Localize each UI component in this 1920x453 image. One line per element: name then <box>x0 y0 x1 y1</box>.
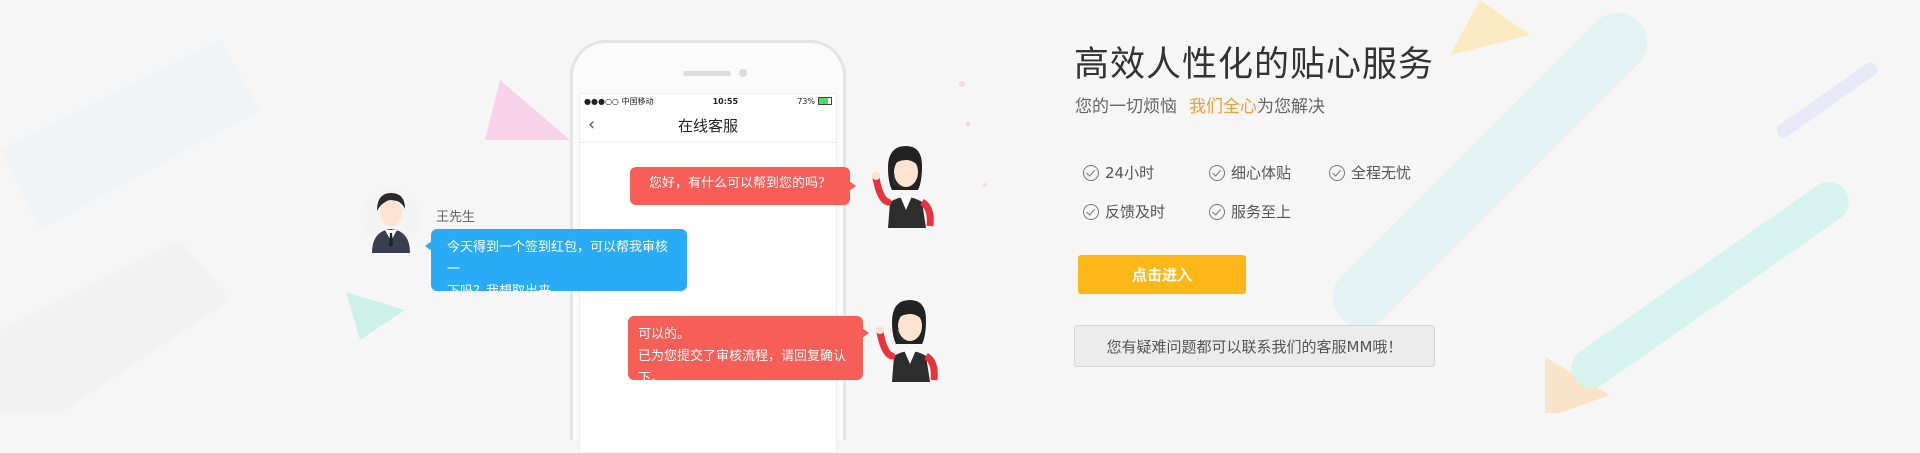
feature-label: 服务至上 <box>1231 203 1292 221</box>
feature-label: 反馈及时 <box>1105 203 1166 221</box>
check-circle-icon <box>1209 164 1225 181</box>
phone-camera <box>739 69 747 77</box>
agent-avatar <box>874 292 944 382</box>
background-decoration <box>0 0 1920 413</box>
agent-greeting-text: 您好，有什么可以帮到您的吗？ <box>648 176 831 191</box>
battery-status: 73% <box>797 97 832 106</box>
agent-reply-line: 已为您提交了审核流程，请回复确认下。 <box>638 349 847 386</box>
feature-item: 全程无忧 <box>1329 162 1411 183</box>
agent-reply-line: 可以的。 <box>638 327 691 342</box>
user-message-line: 今天得到一个签到红包，可以帮我审核一 <box>447 240 669 277</box>
agent-reply-bubble: 可以的。 已为您提交了审核流程，请回复确认下。 <box>628 316 869 386</box>
subtitle-highlight: 我们全心 <box>1189 97 1257 117</box>
contact-service-button[interactable]: 您有疑难问题都可以联系我们的客服MM哦！ <box>1074 325 1435 367</box>
user-name: 王先生 <box>436 210 476 225</box>
check-circle-icon <box>1083 164 1099 181</box>
subtitle-suffix: 为您解决 <box>1257 97 1325 117</box>
feature-label: 24小时 <box>1105 164 1155 182</box>
battery-percent: 73% <box>797 96 815 106</box>
chat-navbar: ‹ 在线客服 <box>580 108 836 143</box>
feature-item: 24小时 <box>1083 162 1154 183</box>
feature-item: 服务至上 <box>1209 201 1291 222</box>
carrier-signal: ●●●○○ 中国移动 <box>584 96 654 106</box>
chat-title: 在线客服 <box>677 116 738 135</box>
background-shapes <box>0 0 1878 413</box>
agent-greeting-bubble: 您好，有什么可以帮到您的吗？ <box>630 167 856 205</box>
user-message-bubble: 今天得到一个签到红包，可以帮我审核一 下吗？我想取出来。 <box>425 229 687 299</box>
battery-icon <box>817 97 832 105</box>
subtitle-prefix: 您的一切烦恼 <box>1075 97 1177 117</box>
feature-item: 细心体贴 <box>1209 162 1291 183</box>
enter-button[interactable]: 点击进入 <box>1078 255 1246 294</box>
status-bar: ●●●○○ 中国移动 10:55 73% <box>580 94 836 108</box>
user-avatar <box>360 183 422 253</box>
check-circle-icon <box>1329 164 1345 181</box>
user-message-line: 下吗？我想取出来。 <box>447 284 565 299</box>
feature-item: 反馈及时 <box>1083 201 1165 222</box>
phone-speaker <box>683 71 731 76</box>
status-time: 10:55 <box>712 96 739 106</box>
feature-label: 全程无忧 <box>1351 164 1412 182</box>
chevron-left-icon[interactable]: ‹ <box>588 114 595 135</box>
feature-label: 细心体贴 <box>1231 164 1292 182</box>
check-circle-icon <box>1209 203 1225 220</box>
page-subtitle: 您的一切烦恼 我们全心为您解决 <box>1075 92 1325 117</box>
agent-avatar <box>870 138 940 228</box>
page-title: 高效人性化的贴心服务 <box>1074 45 1435 85</box>
check-circle-icon <box>1083 203 1099 220</box>
